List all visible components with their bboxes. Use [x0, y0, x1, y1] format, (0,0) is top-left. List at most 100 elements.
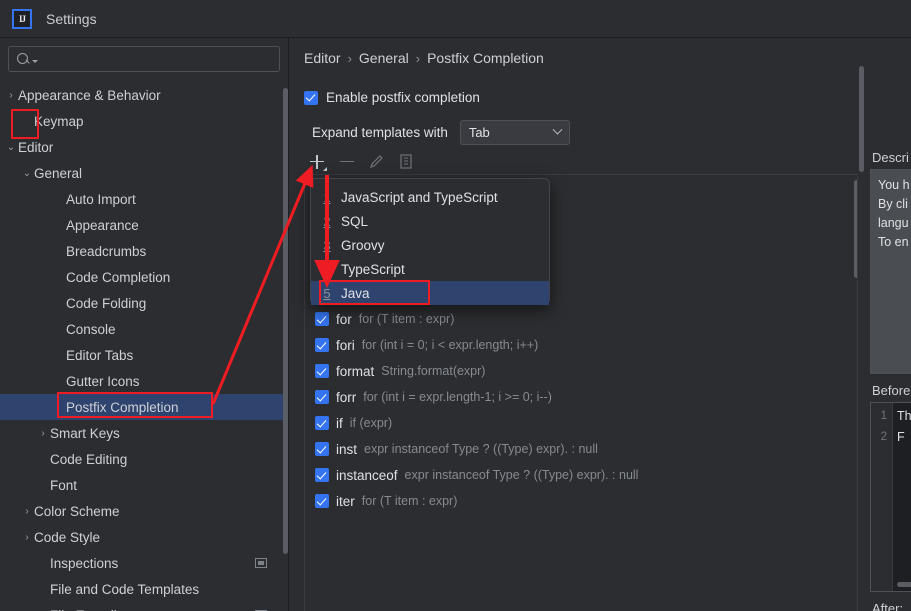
- sidebar-item-editor[interactable]: ⌄ Editor: [0, 134, 288, 160]
- chevron-right-icon[interactable]: ›: [4, 90, 18, 101]
- template-row[interactable]: instanceof expr instanceof Type ? ((Type)…: [305, 462, 857, 488]
- template-row[interactable]: format String.format(expr): [305, 358, 857, 384]
- edit-icon: [364, 150, 390, 174]
- sidebar-item-console[interactable]: Console: [0, 316, 288, 342]
- before-code-hscrollbar[interactable]: [897, 582, 911, 587]
- template-row[interactable]: iter for (T item : expr): [305, 488, 857, 514]
- menu-item-sql[interactable]: 2 SQL: [311, 209, 549, 233]
- sidebar-item-label: Breadcrumbs: [66, 243, 147, 259]
- checkbox-icon[interactable]: [315, 338, 329, 352]
- description-line: You h: [878, 178, 910, 192]
- settings-tree: › Appearance & Behavior Keymap ⌄ Editor ⌄ Gene…: [0, 82, 288, 611]
- sidebar-item-code-editing[interactable]: Code Editing: [0, 446, 288, 472]
- main-scrollbar[interactable]: [859, 66, 864, 172]
- sidebar-item-appearance-behavior[interactable]: › Appearance & Behavior: [0, 82, 288, 108]
- sidebar-item-label: General: [34, 165, 83, 181]
- template-row[interactable]: inst expr instanceof Type ? ((Type) expr)…: [305, 436, 857, 462]
- menu-item-groovy[interactable]: 3 Groovy: [311, 233, 549, 257]
- expand-templates-value: Tab: [468, 125, 490, 140]
- template-row[interactable]: forr for (int i = expr.length-1; i >= 0; …: [305, 384, 857, 410]
- sidebar-item-label: Code Folding: [66, 295, 147, 311]
- settings-window: IJ Settings › Appearance & Behavior Keymap…: [0, 0, 911, 611]
- sidebar-item-file-encodings[interactable]: File Encodings: [0, 602, 288, 611]
- expand-templates-label: Expand templates with: [312, 125, 448, 140]
- checkbox-icon[interactable]: [315, 468, 329, 482]
- templates-list-scrollbar[interactable]: [854, 180, 857, 278]
- menu-item-label: Groovy: [341, 237, 385, 253]
- menu-item-mnemonic: 5: [323, 285, 331, 301]
- sidebar-item-breadcrumbs[interactable]: Breadcrumbs: [0, 238, 288, 264]
- chevron-down-icon[interactable]: ⌄: [20, 168, 34, 179]
- templates-toolbar: [304, 149, 858, 175]
- sidebar-item-gutter-icons[interactable]: Gutter Icons: [0, 368, 288, 394]
- breadcrumb-separator-icon: ›: [347, 50, 352, 66]
- sidebar-item-font[interactable]: Font: [0, 472, 288, 498]
- checkbox-icon[interactable]: [315, 364, 329, 378]
- window-title: Settings: [46, 10, 97, 27]
- template-description: String.format(expr): [381, 364, 486, 378]
- checkbox-icon[interactable]: [315, 312, 329, 326]
- sidebar-item-color-scheme[interactable]: › Color Scheme: [0, 498, 288, 524]
- template-description: for (int i = 0; i < expr.length; i++): [361, 338, 539, 352]
- sidebar-item-appearance[interactable]: Appearance: [0, 212, 288, 238]
- title-bar: IJ Settings: [0, 0, 911, 38]
- sidebar-item-auto-import[interactable]: Auto Import: [0, 186, 288, 212]
- checkbox-icon[interactable]: [315, 416, 329, 430]
- checkbox-icon[interactable]: [315, 494, 329, 508]
- breadcrumb-general[interactable]: General: [359, 50, 409, 66]
- menu-item-java[interactable]: 5 Java: [311, 281, 549, 305]
- expand-templates-select[interactable]: Tab: [459, 120, 570, 145]
- sidebar-item-keymap[interactable]: Keymap: [0, 108, 288, 134]
- template-key: instanceof: [336, 467, 398, 483]
- description-line: To en: [878, 235, 909, 249]
- copy-settings-icon[interactable]: [255, 558, 267, 568]
- sidebar-item-postfix-completion[interactable]: Postfix Completion: [0, 394, 288, 420]
- chevron-right-icon[interactable]: ›: [36, 428, 50, 439]
- menu-item-label: SQL: [341, 213, 369, 229]
- template-description: if (expr): [349, 416, 393, 430]
- sidebar-item-editor-tabs[interactable]: Editor Tabs: [0, 342, 288, 368]
- chevron-down-icon[interactable]: ⌄: [4, 142, 18, 153]
- sidebar-item-smart-keys[interactable]: › Smart Keys: [0, 420, 288, 446]
- checkbox-icon[interactable]: [315, 390, 329, 404]
- sidebar-item-code-folding[interactable]: Code Folding: [0, 290, 288, 316]
- chevron-down-icon: [552, 124, 563, 135]
- chevron-right-icon[interactable]: ›: [20, 506, 34, 517]
- sidebar-item-code-completion[interactable]: Code Completion: [0, 264, 288, 290]
- menu-item-mnemonic: 3: [323, 237, 331, 253]
- sidebar-item-file-and-code-templates[interactable]: File and Code Templates: [0, 576, 288, 602]
- before-code-box: 12 Th F: [870, 402, 911, 592]
- template-description: expr instanceof Type ? ((Type) expr). : …: [364, 442, 598, 456]
- enable-postfix-completion-checkbox[interactable]: Enable postfix completion: [304, 90, 480, 105]
- sidebar-item-label: Postfix Completion: [66, 399, 179, 415]
- language-popup-menu: 1 JavaScript and TypeScript 2 SQL 3 Groovy 4 Ty…: [310, 178, 550, 305]
- sidebar-scrollbar[interactable]: [283, 88, 288, 554]
- sidebar-item-label: File Encodings: [50, 608, 139, 611]
- expand-templates-row: Expand templates with Tab: [312, 120, 570, 145]
- chevron-right-icon[interactable]: ›: [20, 532, 34, 543]
- intellij-logo-icon: IJ: [12, 8, 32, 29]
- description-text-box: You h By cli langu To en: [870, 169, 911, 374]
- sidebar-item-general[interactable]: ⌄ General: [0, 160, 288, 186]
- menu-item-javascript-and-typescript[interactable]: 1 JavaScript and TypeScript: [311, 185, 549, 209]
- code-line: F: [897, 430, 905, 444]
- checkbox-icon[interactable]: [315, 442, 329, 456]
- template-key: iter: [336, 493, 355, 509]
- template-row[interactable]: for for (T item : expr): [305, 306, 857, 332]
- add-icon[interactable]: [304, 150, 330, 174]
- menu-item-mnemonic: 4: [323, 261, 331, 277]
- main-panel: Editor › General › Postfix Completion En…: [290, 38, 911, 611]
- after-title: After:: [872, 601, 904, 611]
- breadcrumb-editor[interactable]: Editor: [304, 50, 341, 66]
- sidebar-item-inspections[interactable]: Inspections: [0, 550, 288, 576]
- search-input[interactable]: [8, 46, 280, 72]
- template-key: if: [336, 415, 343, 431]
- enable-postfix-completion-label: Enable postfix completion: [326, 90, 480, 105]
- sidebar-item-label: Editor Tabs: [66, 347, 134, 363]
- template-row[interactable]: fori for (int i = 0; i < expr.length; i++…: [305, 332, 857, 358]
- template-key: fori: [336, 337, 355, 353]
- sidebar-item-code-style[interactable]: › Code Style: [0, 524, 288, 550]
- menu-item-typescript[interactable]: 4 TypeScript: [311, 257, 549, 281]
- template-key: forr: [336, 389, 357, 405]
- template-row[interactable]: if if (expr): [305, 410, 857, 436]
